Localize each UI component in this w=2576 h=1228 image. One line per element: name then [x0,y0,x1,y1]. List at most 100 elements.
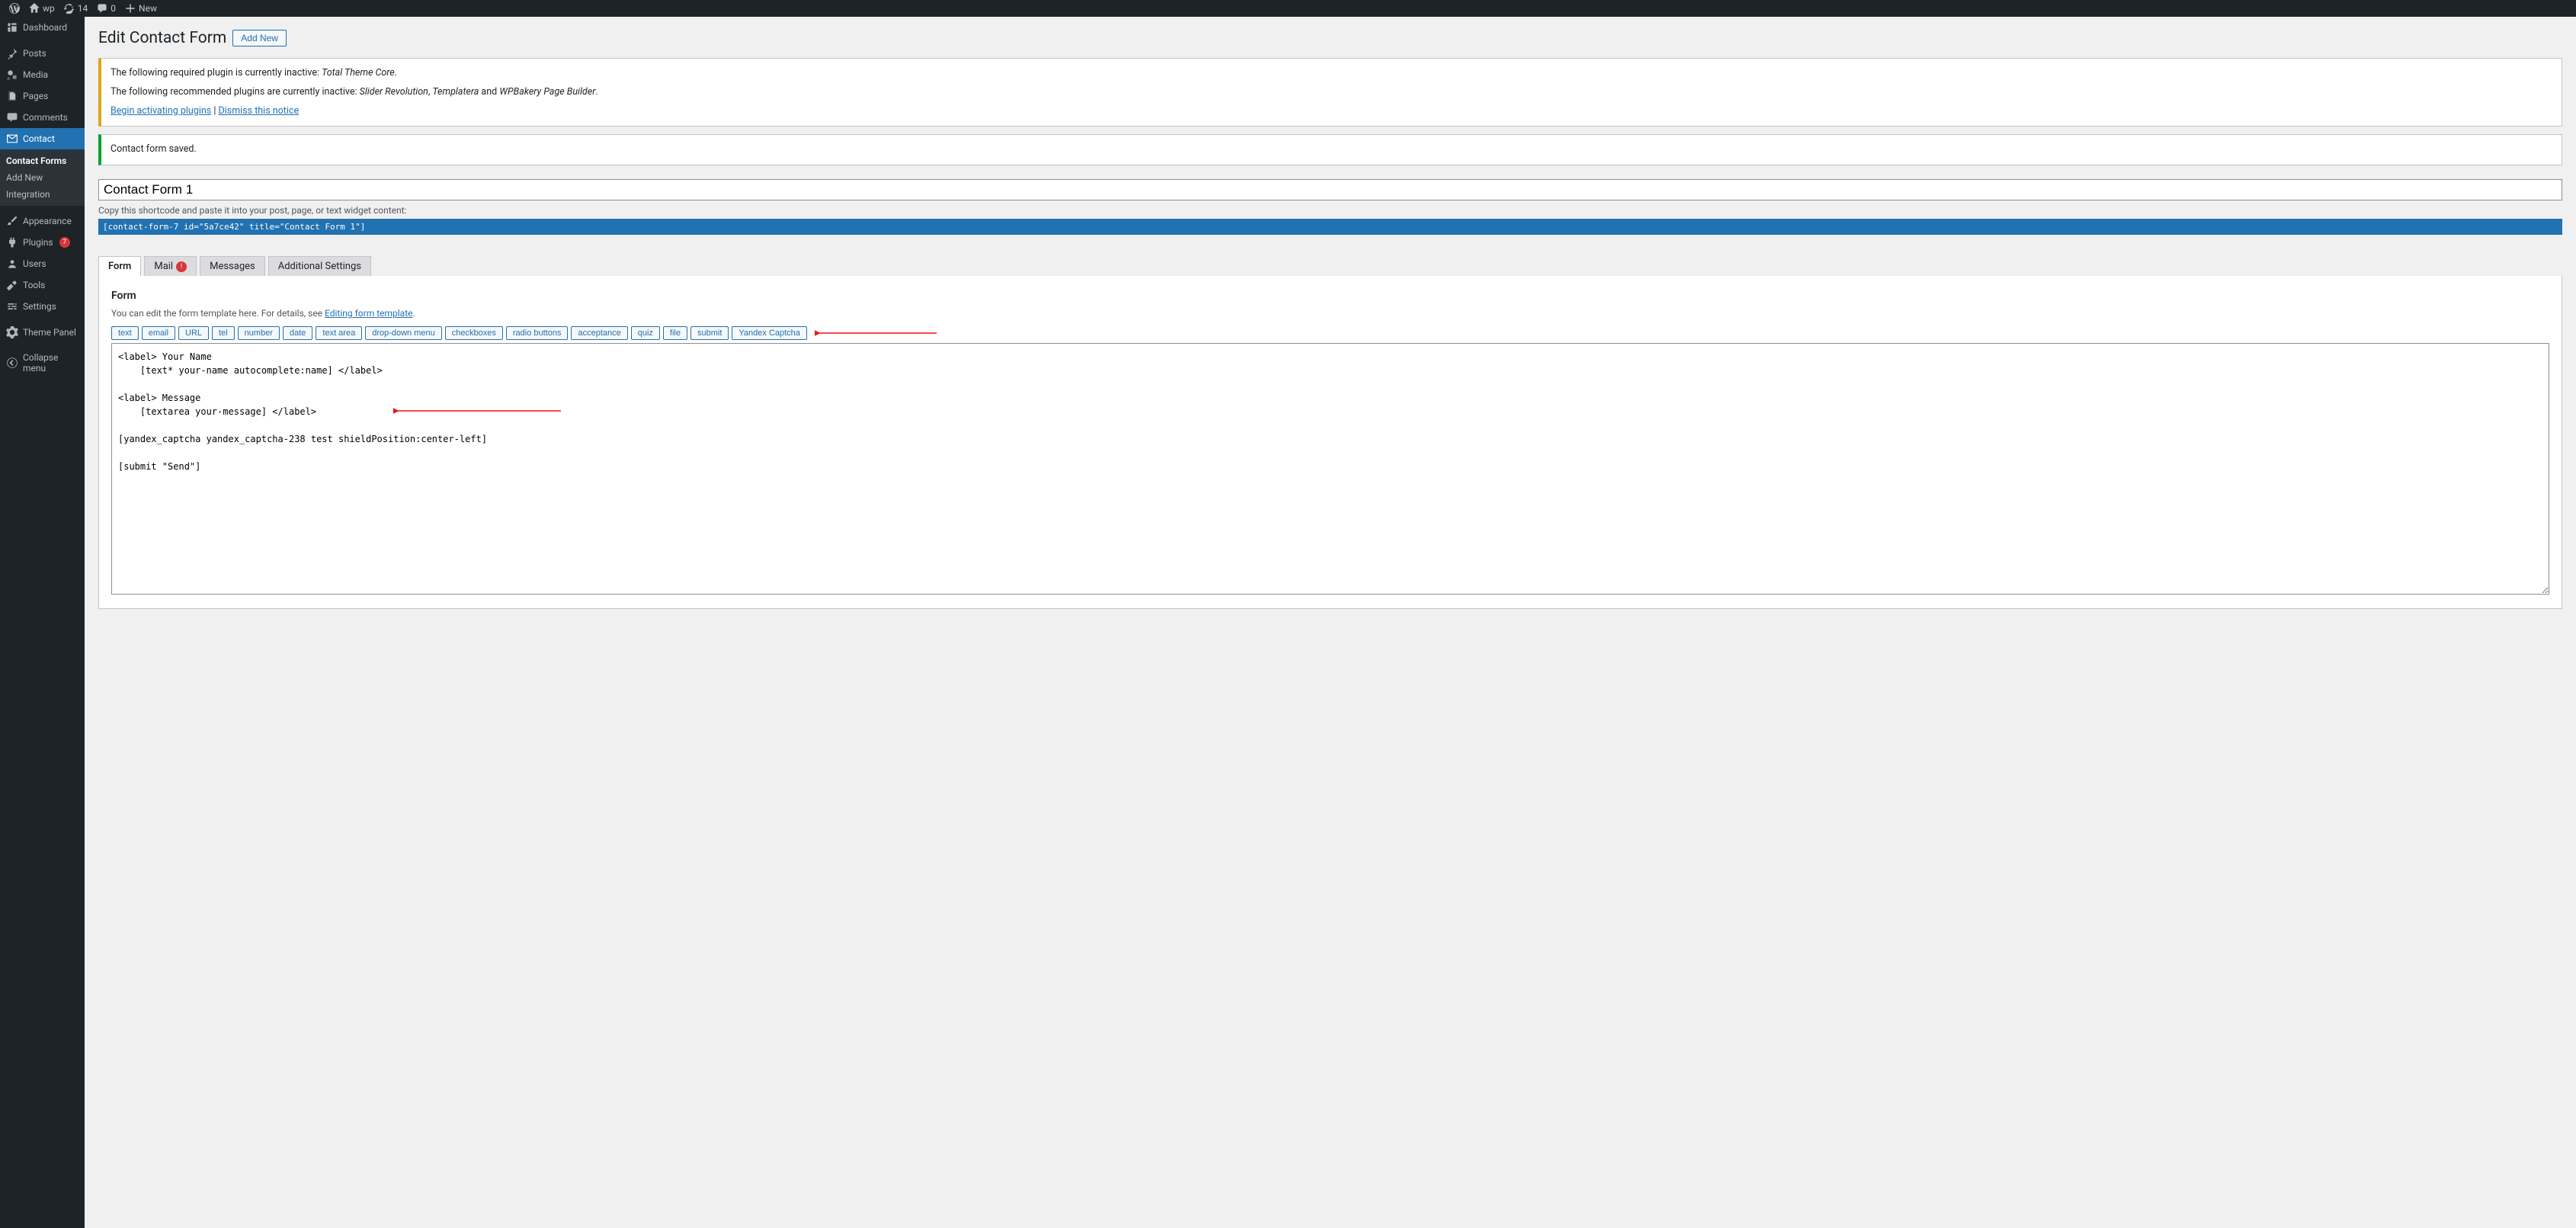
form-desc-a: You can edit the form template here. For… [111,308,325,319]
sidebar-item-tools[interactable]: Tools [0,274,85,296]
sidebar-item-settings[interactable]: Settings [0,296,85,317]
admin-sidebar: Dashboard Posts Media Pages Comments Con… [0,17,85,1228]
plus-icon [125,3,136,14]
sidebar-item-appearance[interactable]: Appearance [0,210,85,232]
tag-email[interactable]: email [142,326,175,340]
sidebar-item-dashboard[interactable]: Dashboard [0,17,85,38]
tools-label: Tools [23,280,45,290]
sidebar-item-plugins[interactable]: Plugins 7 [0,232,85,253]
user-icon [6,258,18,270]
wordpress-icon [9,3,20,14]
plugins-label: Plugins [23,237,53,248]
tag-checkboxes[interactable]: checkboxes [445,326,503,340]
tag-number[interactable]: number [238,326,280,340]
annotation-arrow-2 [393,406,561,419]
tab-additional-label: Additional Settings [278,261,361,272]
form-desc-end: . [412,308,415,319]
shortcode-display[interactable]: [contact-form-7 id="5a7ce42" title="Cont… [98,219,2562,235]
comment-icon [6,111,18,123]
contact-submenu: Contact Forms Add New Integration [0,149,85,206]
activate-plugins-link[interactable]: Begin activating plugins [111,105,211,117]
saved-text: Contact form saved. [111,143,197,155]
media-icon [6,69,18,81]
wrench-icon [6,279,18,291]
sidebar-item-posts[interactable]: Posts [0,43,85,64]
form-template-textarea[interactable] [111,343,2549,595]
theme-panel-label: Theme Panel [23,327,76,338]
tab-mail[interactable]: Mail! [144,256,197,276]
tag-date[interactable]: date [283,326,312,340]
tag-acceptance[interactable]: acceptance [571,326,627,340]
updates-link[interactable]: 14 [59,3,93,14]
sidebar-item-pages[interactable]: Pages [0,85,85,107]
sub-integration[interactable]: Integration [0,186,85,203]
annotation-arrow-1 [815,328,937,338]
tag-tel[interactable]: tel [212,326,235,340]
form-section-heading: Form [111,290,2549,302]
comments-label: Comments [23,112,68,123]
notice1-end: . [395,67,397,79]
comments-link[interactable]: 0 [92,3,120,14]
update-icon [64,3,75,14]
sidebar-item-contact[interactable]: Contact [0,128,85,149]
notice2-plugin-1: Slider Revolution [360,86,428,98]
plugin-notice: The following required plugin is current… [98,58,2562,127]
gear-icon [6,326,18,338]
plugin-update-badge: 7 [59,237,70,248]
form-title-input[interactable] [98,179,2562,200]
sidebar-item-theme-panel[interactable]: Theme Panel [0,322,85,343]
site-name[interactable]: wp [24,3,59,14]
notice-pipe: | [211,105,218,117]
new-content-link[interactable]: New [120,3,162,14]
editing-template-link[interactable]: Editing form template [325,308,412,319]
sidebar-item-users[interactable]: Users [0,253,85,274]
tag-quiz[interactable]: quiz [631,326,660,340]
add-new-button[interactable]: Add New [232,30,287,46]
tab-messages[interactable]: Messages [200,256,265,276]
notice2-plugin-2: Templatera [432,86,479,98]
tag-textarea[interactable]: text area [316,326,362,340]
form-panel: Form You can edit the form template here… [98,276,2562,609]
dashboard-label: Dashboard [23,22,67,33]
notice2-and: and [479,86,499,98]
tag-url[interactable]: URL [178,326,209,340]
tab-form[interactable]: Form [98,256,141,276]
settings-label: Settings [23,301,56,312]
form-desc: You can edit the form template here. For… [111,308,2549,319]
tag-file[interactable]: file [663,326,687,340]
collapse-icon [6,357,18,369]
sidebar-item-media[interactable]: Media [0,64,85,85]
tag-text[interactable]: text [111,326,139,340]
sidebar-item-comments[interactable]: Comments [0,107,85,128]
pin-icon [6,47,18,59]
media-label: Media [23,69,48,80]
tag-submit[interactable]: submit [690,326,729,340]
collapse-menu[interactable]: Collapse menu [0,348,85,378]
tag-dropdown[interactable]: drop-down menu [365,326,442,340]
contact-label: Contact [23,133,55,144]
page-icon [6,90,18,102]
sub-contact-forms[interactable]: Contact Forms [0,152,85,169]
tab-additional[interactable]: Additional Settings [268,256,371,276]
notice2-plugin-3: WPBakery Page Builder [499,86,595,98]
dismiss-notice-link[interactable]: Dismiss this notice [219,105,300,117]
wp-logo[interactable] [5,3,24,14]
notice2-text-a: The following recommended plugins are cu… [111,86,360,98]
home-icon [29,3,40,14]
posts-label: Posts [23,48,46,59]
tag-generator-row: text email URL tel number date text area… [111,326,2549,340]
plug-icon [6,236,18,248]
comment-icon [97,3,107,14]
tag-yandex-captcha[interactable]: Yandex Captcha [732,326,807,340]
new-label: New [139,3,157,14]
pages-label: Pages [23,91,48,101]
alert-icon: ! [176,261,187,272]
notice1-text-a: The following required plugin is current… [111,67,322,79]
sliders-icon [6,300,18,313]
saved-notice: Contact form saved. [98,134,2562,165]
notice2-end: . [595,86,598,98]
tag-radio[interactable]: radio buttons [506,326,569,340]
sub-add-new[interactable]: Add New [0,169,85,186]
appearance-label: Appearance [23,216,72,226]
tab-form-label: Form [108,261,131,272]
